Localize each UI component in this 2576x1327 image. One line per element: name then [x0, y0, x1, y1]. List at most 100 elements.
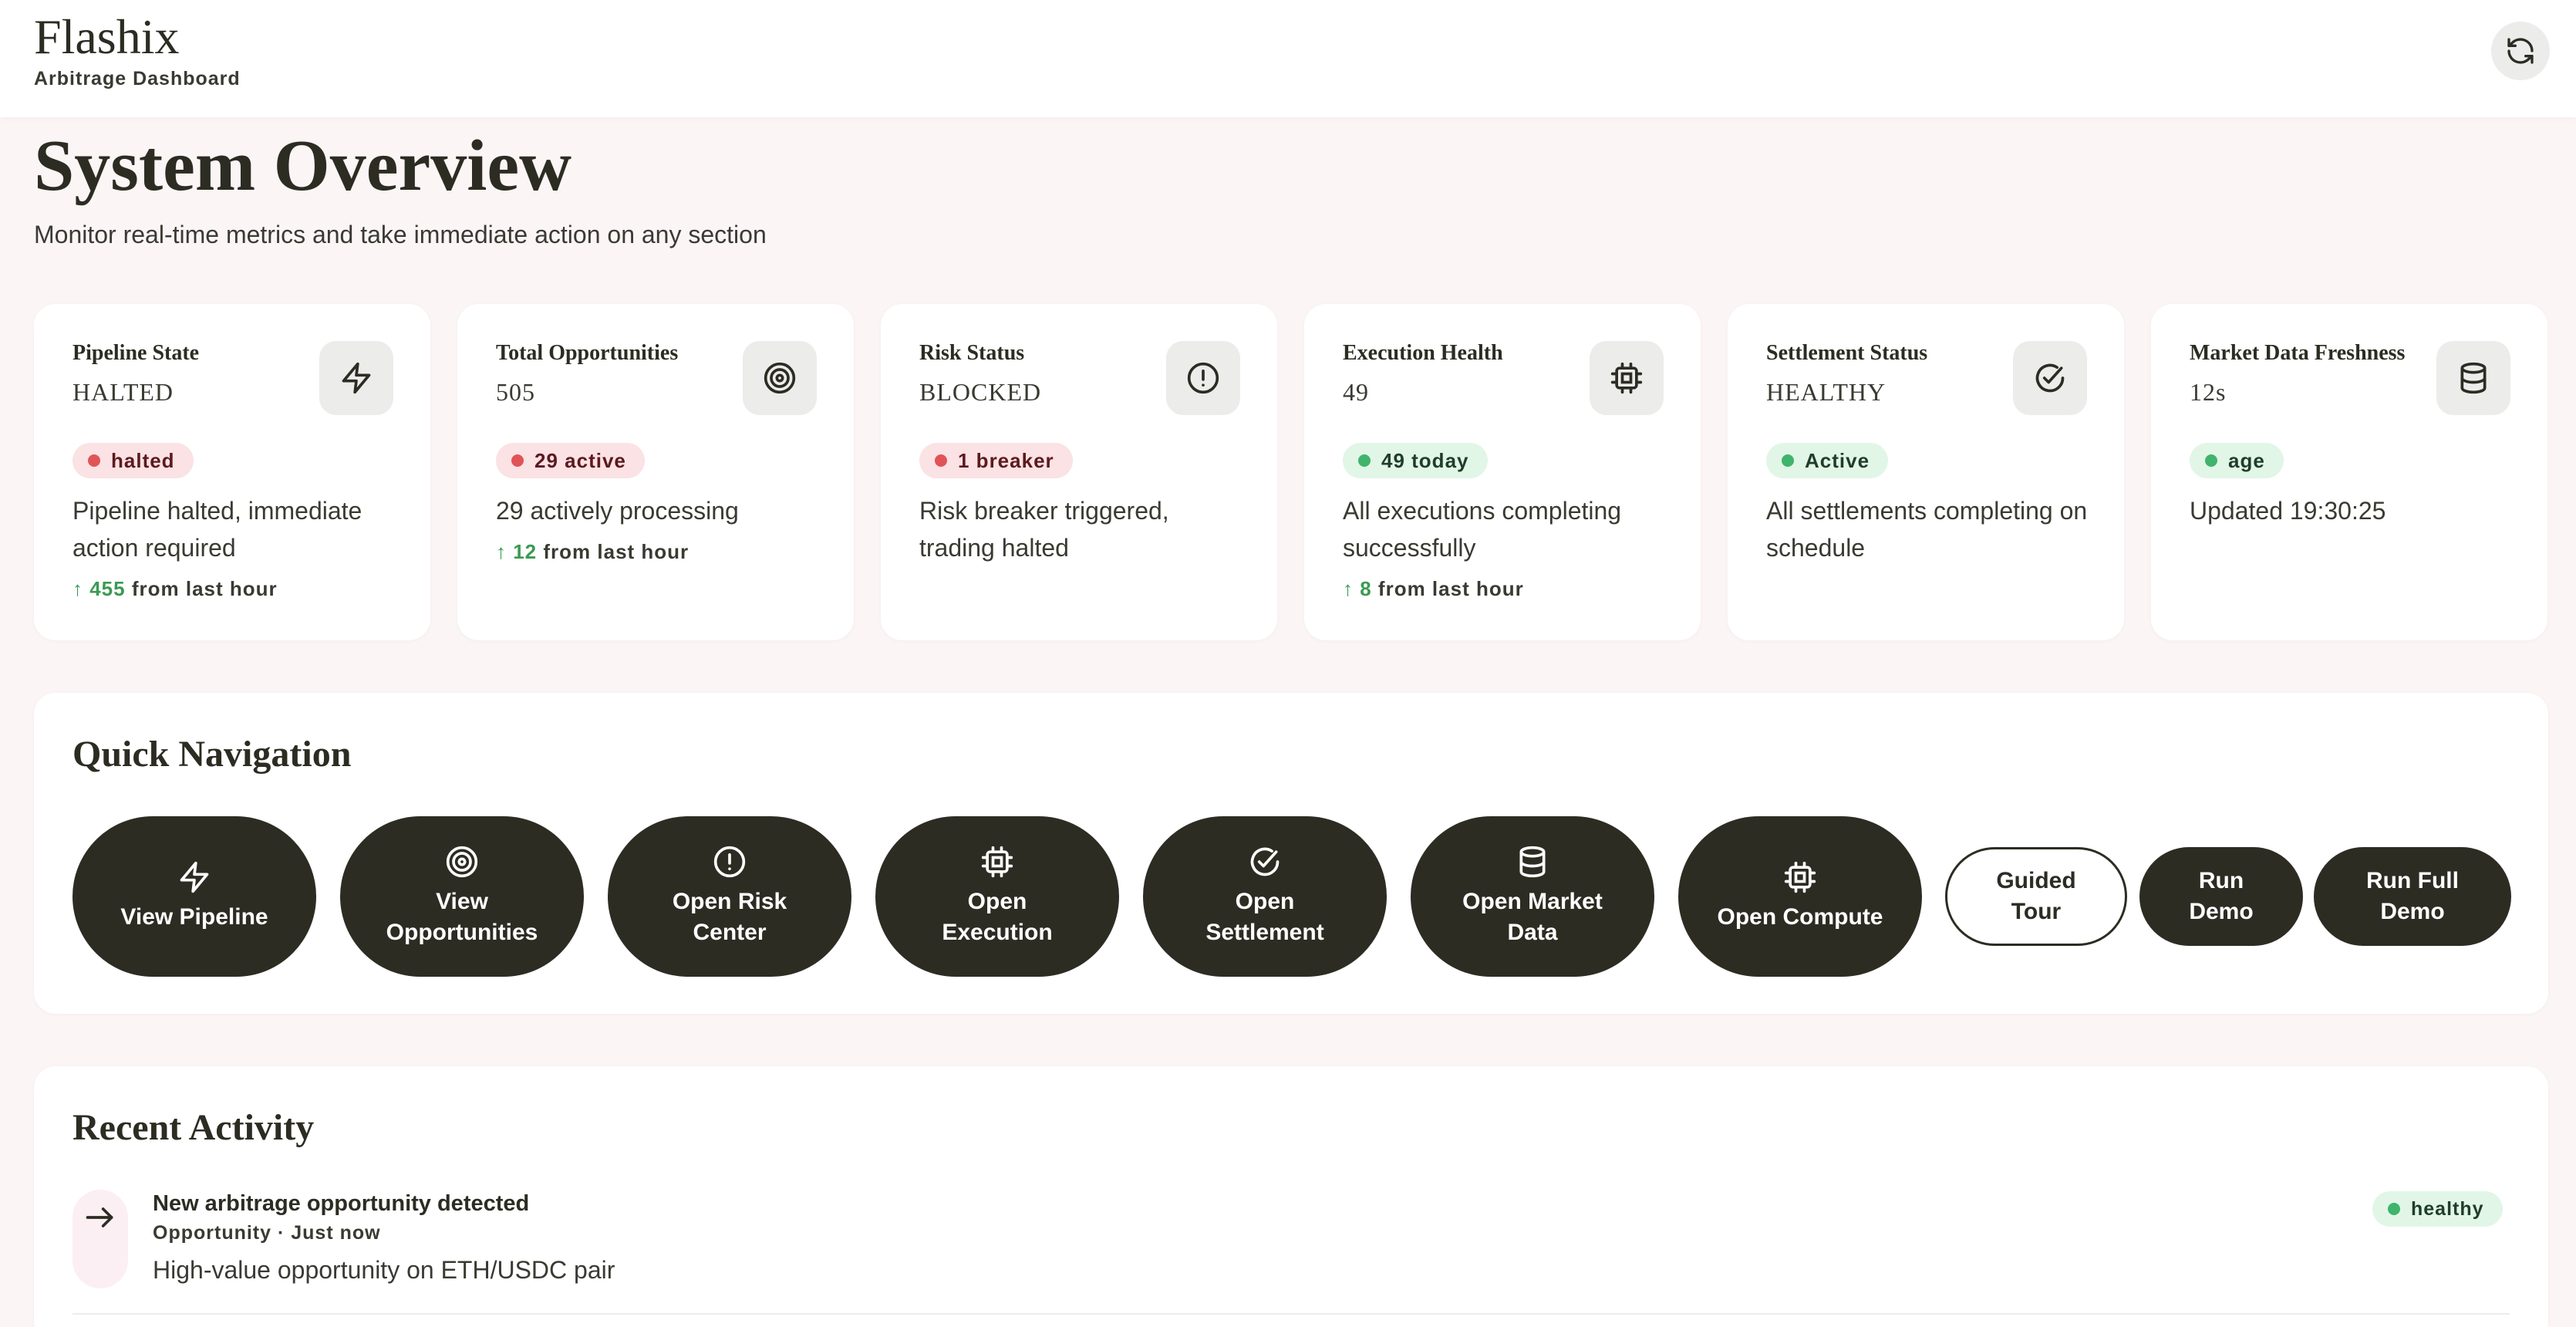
metric-icon-box — [743, 341, 817, 415]
metric-card-market-data[interactable]: Market Data Freshness 12s age Updated 19… — [2151, 304, 2547, 640]
status-badge-text: 49 today — [1381, 448, 1469, 472]
refresh-button[interactable] — [2491, 22, 2550, 80]
metric-label: Execution Health — [1343, 341, 1503, 365]
trend-value: ↑ 8 — [1343, 577, 1372, 600]
metric-description: Updated 19:30:25 — [2190, 497, 2386, 525]
status-dot — [88, 454, 100, 467]
metric-value: 12s — [2190, 378, 2227, 406]
status-badge: 1 breaker — [919, 443, 1073, 478]
metric-icon-box — [1590, 341, 1664, 415]
metric-trend: ↑ 455 from last hour — [72, 577, 278, 601]
metric-value: 505 — [496, 378, 535, 406]
metric-description: 29 actively processing — [496, 497, 739, 525]
refresh-icon — [2507, 38, 2534, 64]
arrow-right-icon — [86, 1207, 113, 1227]
status-dot — [2205, 454, 2217, 467]
button-label: View Opportunities — [386, 889, 538, 945]
status-badge-text: 1 breaker — [958, 448, 1054, 472]
activity-description: High-value opportunity on ETH/USDC pair — [153, 1256, 615, 1284]
metric-value: HALTED — [72, 378, 174, 406]
metric-label: Pipeline State — [72, 341, 200, 365]
metric-description: All executions completing successfully — [1343, 497, 1622, 562]
button-label: Guided Tour — [1996, 868, 2076, 924]
trend-text: from last hour — [131, 577, 278, 600]
metric-icon-box — [2436, 341, 2510, 415]
metric-value: 49 — [1343, 378, 1369, 406]
activity-title[interactable]: New arbitrage opportunity detected — [153, 1191, 529, 1217]
trend-value: ↑ 12 — [496, 540, 538, 563]
button-label: Run Full Demo — [2366, 868, 2459, 924]
metric-label: Total Opportunities — [496, 341, 679, 365]
metric-label: Market Data Freshness — [2190, 341, 2406, 365]
target-icon — [446, 846, 478, 878]
trend-text: from last hour — [543, 540, 690, 563]
run-demo-button[interactable]: Run Demo — [2139, 847, 2303, 946]
check-circle-icon — [2035, 363, 2065, 393]
trend-value: ↑ 455 — [72, 577, 126, 600]
metric-card-settlement[interactable]: Settlement Status HEALTHY Active All set… — [1728, 304, 2124, 640]
status-badge-text: Active — [1805, 448, 1870, 472]
button-label: View Pipeline — [120, 904, 268, 930]
recent-activity-title: Recent Activity — [72, 1107, 315, 1148]
open-market-data-button[interactable]: Open Market Data — [1411, 816, 1654, 977]
activity-icon-box — [72, 1190, 128, 1288]
button-label: Run Demo — [2189, 868, 2254, 924]
metric-trend: ↑ 12 from last hour — [496, 540, 689, 564]
button-label: Open Settlement — [1205, 889, 1324, 945]
metric-trend: ↑ 8 from last hour — [1343, 577, 1524, 601]
metric-description: All settlements completing on schedule — [1766, 497, 2088, 562]
open-settlement-button[interactable]: Open Settlement — [1143, 816, 1387, 977]
open-compute-button[interactable]: Open Compute — [1678, 816, 1922, 977]
metric-card-opportunities[interactable]: Total Opportunities 505 29 active 29 act… — [457, 304, 854, 640]
metric-icon-box — [319, 341, 393, 415]
cpu-icon — [981, 846, 1013, 878]
button-label: Open Compute — [1717, 904, 1883, 930]
activity-meta: Opportunity · Just now — [153, 1222, 381, 1244]
status-dot — [511, 454, 524, 467]
metric-card-risk[interactable]: Risk Status BLOCKED 1 breaker Risk break… — [881, 304, 1277, 640]
open-risk-center-button[interactable]: Open Risk Center — [608, 816, 851, 977]
status-badge-text: 29 active — [534, 448, 626, 472]
status-badge: 49 today — [1343, 443, 1488, 478]
activity-divider — [72, 1313, 2510, 1315]
view-opportunities-button[interactable]: View Opportunities — [340, 816, 584, 977]
run-full-demo-button[interactable]: Run Full Demo — [2314, 847, 2511, 946]
brand-subtitle: Arbitrage Dashboard — [34, 68, 241, 89]
cpu-icon — [1784, 861, 1816, 893]
metric-value: BLOCKED — [919, 378, 1042, 406]
metric-icon-box — [2013, 341, 2087, 415]
guided-tour-button[interactable]: Guided Tour — [1945, 847, 2127, 946]
status-dot — [2388, 1203, 2400, 1215]
trend-text: from last hour — [1377, 577, 1524, 600]
database-icon — [2460, 362, 2487, 394]
metric-label: Risk Status — [919, 341, 1025, 365]
metric-card-pipeline[interactable]: Pipeline State HALTED halted Pipeline ha… — [34, 304, 430, 640]
alert-circle-icon — [713, 846, 746, 878]
page-subtitle: Monitor real-time metrics and take immed… — [34, 221, 767, 248]
open-execution-button[interactable]: Open Execution — [875, 816, 1119, 977]
button-label: Open Risk Center — [672, 889, 787, 945]
metric-card-execution[interactable]: Execution Health 49 49 today All executi… — [1304, 304, 1701, 640]
status-dot — [935, 454, 947, 467]
metric-description: Pipeline halted, immediate action requir… — [72, 497, 362, 562]
metric-value: HEALTHY — [1766, 378, 1886, 406]
status-badge-text: halted — [111, 448, 175, 472]
status-badge: Active — [1766, 443, 1889, 478]
activity-status-badge: healthy — [2372, 1191, 2503, 1227]
status-dot — [1782, 454, 1794, 467]
page-title: System Overview — [34, 126, 572, 206]
status-badge: 29 active — [496, 443, 645, 478]
quick-navigation-title: Quick Navigation — [72, 734, 352, 775]
metric-icon-box — [1166, 341, 1240, 415]
metric-label: Settlement Status — [1766, 341, 1928, 365]
database-icon — [1519, 846, 1546, 878]
view-pipeline-button[interactable]: View Pipeline — [72, 816, 316, 977]
top-bar: Flashix Arbitrage Dashboard — [0, 0, 2576, 117]
button-label: Open Market Data — [1462, 889, 1603, 945]
status-badge-text: age — [2228, 448, 2265, 472]
status-badge: halted — [72, 443, 194, 478]
check-circle-icon — [1250, 847, 1280, 876]
target-icon — [764, 362, 796, 394]
status-dot — [1358, 454, 1371, 467]
brand-title[interactable]: Flashix — [34, 9, 179, 65]
